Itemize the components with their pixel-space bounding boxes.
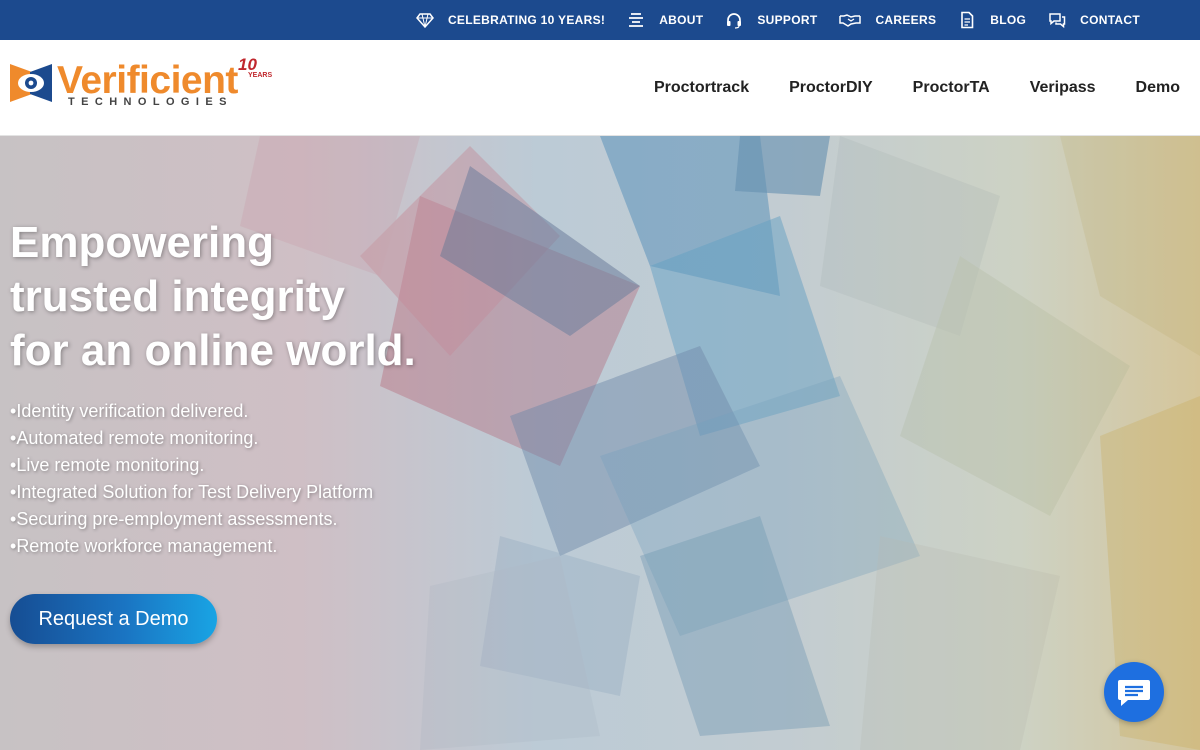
menu-lines-icon <box>627 11 645 29</box>
top-link-label: CELEBRATING 10 YEARS! <box>447 13 606 27</box>
nav-item-veripass[interactable]: Veripass <box>1030 79 1096 97</box>
request-demo-button[interactable]: Request a Demo <box>10 594 217 644</box>
top-link-label: CONTACT <box>1080 13 1140 27</box>
hero-headline-line: for an online world. <box>10 326 416 375</box>
hero-headline-line: trusted integrity <box>10 272 345 321</box>
top-link-support[interactable]: SUPPORT <box>725 11 817 29</box>
nav-item-proctordiy[interactable]: ProctorDIY <box>789 79 873 97</box>
top-link-careers[interactable]: CAREERS <box>839 11 936 29</box>
hero-headline: Empowering trusted integrity for an onli… <box>10 216 530 378</box>
main-nav: Proctortrack ProctorDIY ProctorTA Veripa… <box>614 40 1180 136</box>
headset-icon <box>725 11 743 29</box>
hero-feature-item: Live remote monitoring. <box>10 452 530 479</box>
hero-feature-item: Securing pre-employment assessments. <box>10 506 530 533</box>
nav-item-proctorta[interactable]: ProctorTA <box>913 79 990 97</box>
hero-feature-item: Identity verification delivered. <box>10 398 530 425</box>
top-link-label: SUPPORT <box>757 13 818 27</box>
chat-widget-button[interactable] <box>1104 662 1164 722</box>
diamond-icon <box>416 11 434 29</box>
chat-message-icon <box>1118 680 1150 706</box>
top-link-celebrating[interactable]: CELEBRATING 10 YEARS! <box>416 11 605 29</box>
logo-subtitle: TECHNOLOGIES <box>68 96 233 108</box>
top-link-blog[interactable]: BLOG <box>958 11 1026 29</box>
handshake-icon <box>839 11 862 29</box>
hero-headline-line: Empowering <box>10 218 275 267</box>
top-link-label: ABOUT <box>659 13 704 27</box>
hero-section: Empowering trusted integrity for an onli… <box>0 136 1200 750</box>
eye-logo-icon <box>10 64 52 102</box>
nav-item-proctortrack[interactable]: Proctortrack <box>654 79 749 97</box>
company-logo[interactable]: Verificient TECHNOLOGIES 10 YEARS <box>10 56 280 120</box>
hero-feature-item: Automated remote monitoring. <box>10 425 530 452</box>
chat-bubbles-icon <box>1048 11 1066 29</box>
top-link-label: BLOG <box>990 13 1027 27</box>
document-icon <box>958 11 976 29</box>
top-utility-bar: CELEBRATING 10 YEARS! ABOUT SUPPORT CARE… <box>0 0 1200 40</box>
nav-item-demo[interactable]: Demo <box>1136 79 1180 97</box>
top-link-about[interactable]: ABOUT <box>627 11 703 29</box>
hero-feature-item: Remote workforce management. <box>10 533 530 560</box>
top-link-contact[interactable]: CONTACT <box>1048 11 1140 29</box>
hero-feature-list: Identity verification delivered. Automat… <box>10 398 530 560</box>
top-link-label: CAREERS <box>875 13 937 27</box>
logo-anniversary-text: YEARS <box>248 72 273 79</box>
hero-feature-item: Integrated Solution for Test Delivery Pl… <box>10 479 530 506</box>
top-utility-nav: CELEBRATING 10 YEARS! ABOUT SUPPORT CARE… <box>394 0 1140 40</box>
site-header: Verificient TECHNOLOGIES 10 YEARS Procto… <box>0 40 1200 136</box>
